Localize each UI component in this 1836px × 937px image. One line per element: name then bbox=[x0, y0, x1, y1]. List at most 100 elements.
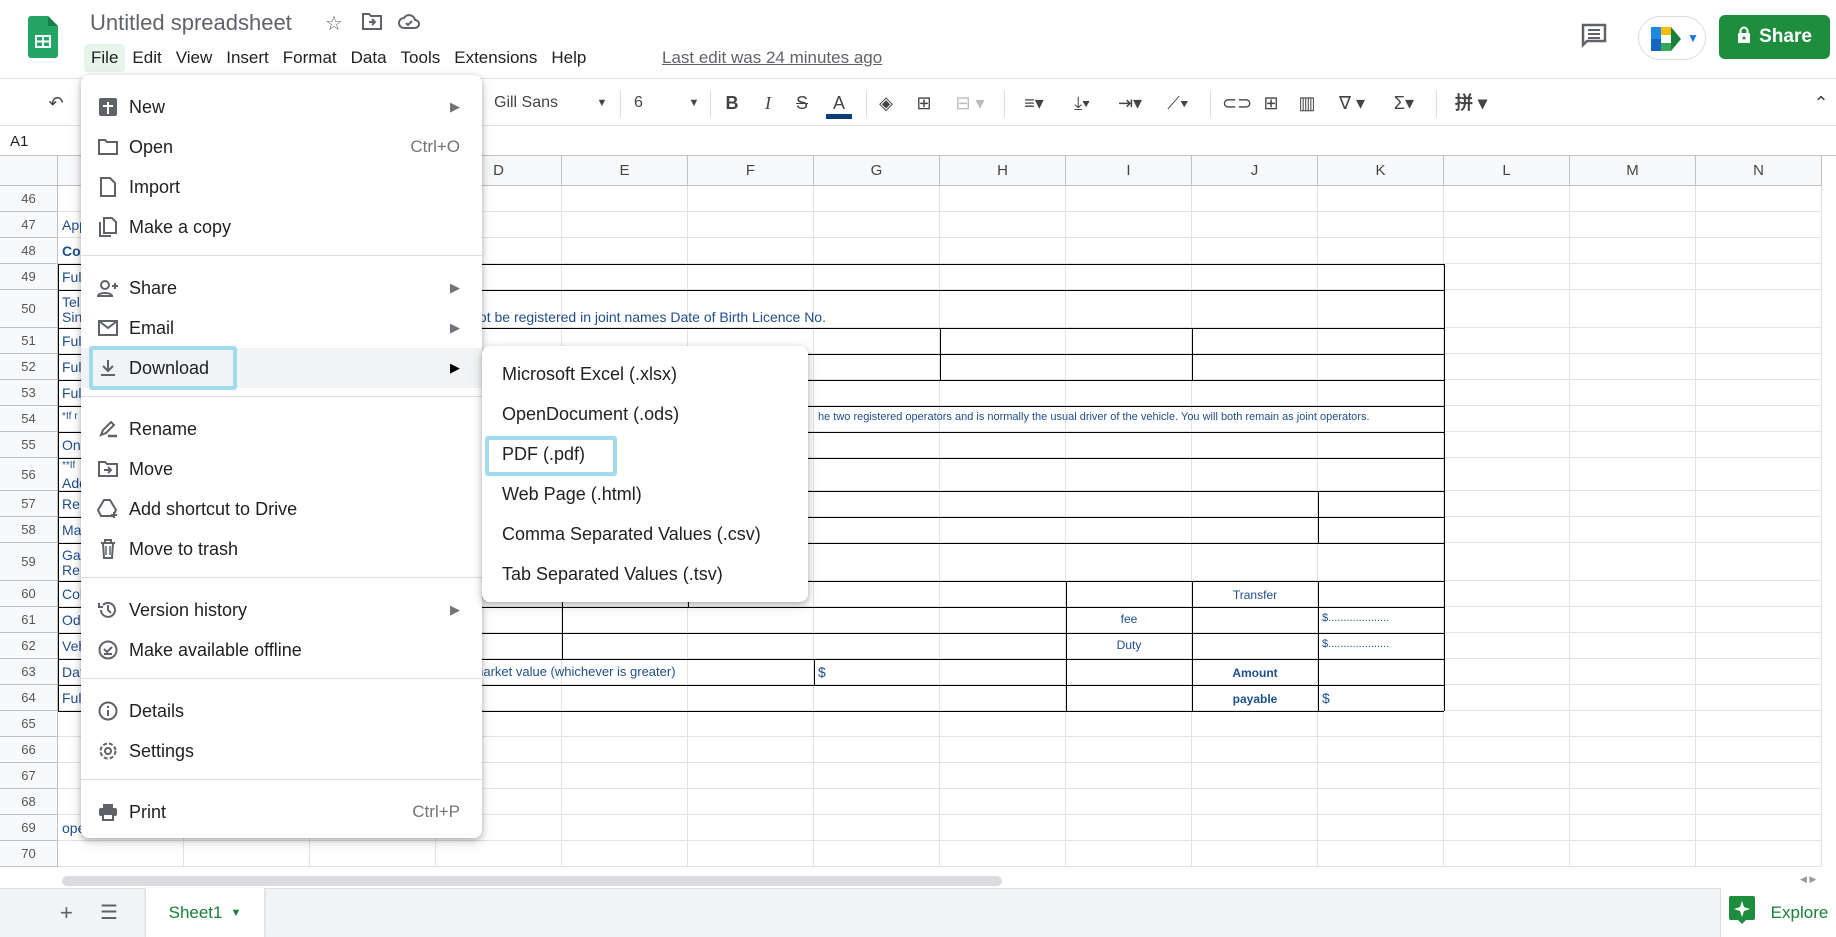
column-header-e[interactable]: E bbox=[562, 156, 688, 186]
last-edit-link[interactable]: Last edit was 24 minutes ago bbox=[662, 48, 882, 68]
comments-icon[interactable] bbox=[1580, 22, 1610, 50]
menu-format[interactable]: Format bbox=[276, 44, 344, 72]
column-header-m[interactable]: M bbox=[1570, 156, 1696, 186]
font-family-select[interactable]: Gill Sans bbox=[494, 89, 594, 117]
file-menu-version-history[interactable]: Version history ▶ bbox=[81, 590, 482, 630]
text-rotation-icon[interactable]: ⟋▾ bbox=[1158, 89, 1198, 117]
scroll-left-icon[interactable]: ◀ ▶ bbox=[1800, 874, 1816, 885]
file-menu-details[interactable]: Details bbox=[81, 691, 482, 731]
all-sheets-icon[interactable]: ☰ bbox=[100, 900, 118, 925]
collapse-toolbar-icon[interactable]: ⌃ bbox=[1810, 89, 1832, 117]
file-menu-print[interactable]: Print Ctrl+P bbox=[81, 792, 482, 832]
font-size-select[interactable]: 6 bbox=[634, 89, 664, 117]
column-header-n[interactable]: N bbox=[1696, 156, 1822, 186]
row-header[interactable]: 63 bbox=[0, 659, 58, 685]
menu-insert[interactable]: Insert bbox=[219, 44, 276, 72]
file-menu-move[interactable]: Move bbox=[81, 449, 482, 489]
strikethrough-icon[interactable]: S bbox=[790, 89, 814, 117]
input-tools-icon[interactable]: 拼 ▾ bbox=[1446, 89, 1496, 117]
row-header[interactable]: 55 bbox=[0, 432, 58, 458]
file-menu-open[interactable]: Open Ctrl+O bbox=[81, 127, 482, 167]
explore-button[interactable]: Explore bbox=[1720, 888, 1836, 937]
menu-help[interactable]: Help bbox=[544, 44, 593, 72]
grid-row[interactable] bbox=[58, 841, 1822, 867]
menu-extensions[interactable]: Extensions bbox=[447, 44, 544, 72]
download-html[interactable]: Web Page (.html) bbox=[502, 484, 642, 505]
link-icon[interactable]: ⊂⊃ bbox=[1222, 89, 1252, 117]
row-header[interactable]: 57 bbox=[0, 491, 58, 517]
row-header[interactable]: 47 bbox=[0, 212, 58, 238]
row-header[interactable]: 58 bbox=[0, 517, 58, 543]
row-header[interactable]: 48 bbox=[0, 238, 58, 264]
file-menu-add-shortcut-to-drive[interactable]: Add shortcut to Drive bbox=[81, 489, 482, 529]
file-menu-import[interactable]: Import bbox=[81, 167, 482, 207]
column-header-l[interactable]: L bbox=[1444, 156, 1570, 186]
name-box[interactable]: A1 bbox=[10, 133, 28, 150]
menu-view[interactable]: View bbox=[169, 44, 220, 72]
vertical-align-icon[interactable]: ⤓▾ bbox=[1062, 89, 1102, 117]
download-pdf[interactable]: PDF (.pdf) bbox=[502, 444, 585, 465]
row-header[interactable]: 50 bbox=[0, 290, 58, 328]
row-header[interactable]: 65 bbox=[0, 711, 58, 737]
row-header[interactable]: 49 bbox=[0, 264, 58, 290]
cloud-saved-icon[interactable] bbox=[397, 12, 421, 36]
menu-data[interactable]: Data bbox=[344, 44, 394, 72]
comment-icon[interactable]: ⊞ bbox=[1258, 89, 1284, 117]
select-all-corner[interactable] bbox=[0, 156, 58, 186]
row-header[interactable]: 69 bbox=[0, 815, 58, 841]
file-menu-share[interactable]: Share ▶ bbox=[81, 268, 482, 308]
filter-icon[interactable]: ∇ ▾ bbox=[1330, 89, 1374, 117]
italic-icon[interactable]: I bbox=[756, 89, 780, 117]
chevron-down-icon[interactable]: ▼ bbox=[231, 907, 242, 919]
file-menu-move-to-trash[interactable]: Move to trash bbox=[81, 529, 482, 569]
row-header[interactable]: 64 bbox=[0, 685, 58, 711]
undo-icon[interactable]: ↶ bbox=[42, 89, 70, 117]
column-header-f[interactable]: F bbox=[688, 156, 814, 186]
row-header[interactable]: 52 bbox=[0, 354, 58, 380]
row-header[interactable]: 51 bbox=[0, 328, 58, 354]
column-header-k[interactable]: K bbox=[1318, 156, 1444, 186]
row-header[interactable]: 62 bbox=[0, 633, 58, 659]
functions-icon[interactable]: Σ▾ bbox=[1384, 89, 1424, 117]
scrollbar-thumb[interactable] bbox=[62, 876, 1002, 886]
borders-icon[interactable]: ⊞ bbox=[912, 89, 936, 117]
download-tsv[interactable]: Tab Separated Values (.tsv) bbox=[502, 564, 723, 585]
fill-color-icon[interactable]: ◈ bbox=[874, 89, 898, 117]
row-header[interactable]: 61 bbox=[0, 607, 58, 633]
download-xlsx[interactable]: Microsoft Excel (.xlsx) bbox=[502, 364, 677, 385]
chevron-down-icon[interactable]: ▼ bbox=[686, 89, 702, 117]
row-header[interactable]: 46 bbox=[0, 186, 58, 212]
sheet-tab[interactable]: Sheet1 ▼ bbox=[146, 888, 264, 937]
share-button[interactable]: Share bbox=[1719, 15, 1830, 59]
add-sheet-icon[interactable]: + bbox=[60, 900, 73, 926]
download-csv[interactable]: Comma Separated Values (.csv) bbox=[502, 524, 761, 545]
horizontal-align-icon[interactable]: ≡▾ bbox=[1014, 89, 1054, 117]
row-header[interactable]: 59 bbox=[0, 543, 58, 581]
row-header[interactable]: 66 bbox=[0, 737, 58, 763]
row-header[interactable]: 60 bbox=[0, 581, 58, 607]
merge-cells-icon[interactable]: ⊟ ▾ bbox=[950, 89, 990, 117]
download-ods[interactable]: OpenDocument (.ods) bbox=[502, 404, 679, 425]
row-header[interactable]: 70 bbox=[0, 841, 58, 867]
row-header[interactable]: 68 bbox=[0, 789, 58, 815]
row-header[interactable]: 54 bbox=[0, 406, 58, 432]
bold-icon[interactable]: B bbox=[720, 89, 744, 117]
text-wrap-icon[interactable]: ⇥▾ bbox=[1110, 89, 1150, 117]
file-menu-make-a-copy[interactable]: Make a copy bbox=[81, 207, 482, 247]
file-menu-email[interactable]: Email ▶ bbox=[81, 308, 482, 348]
row-header[interactable]: 53 bbox=[0, 380, 58, 406]
text-color-icon[interactable]: A bbox=[826, 89, 852, 119]
document-title[interactable]: Untitled spreadsheet bbox=[90, 10, 292, 36]
menu-file[interactable]: File bbox=[84, 44, 126, 72]
chart-icon[interactable]: ▥ bbox=[1294, 89, 1320, 117]
menu-tools[interactable]: Tools bbox=[394, 44, 448, 72]
column-header-i[interactable]: I bbox=[1066, 156, 1192, 186]
column-header-j[interactable]: J bbox=[1192, 156, 1318, 186]
chevron-down-icon[interactable]: ▼ bbox=[594, 89, 610, 117]
file-menu-rename[interactable]: Rename bbox=[81, 409, 482, 449]
row-header[interactable]: 56 bbox=[0, 458, 58, 491]
file-menu-make-available-offline[interactable]: Make available offline bbox=[81, 630, 482, 670]
column-header-h[interactable]: H bbox=[940, 156, 1066, 186]
column-header-g[interactable]: G bbox=[814, 156, 940, 186]
move-folder-icon[interactable] bbox=[360, 12, 384, 36]
